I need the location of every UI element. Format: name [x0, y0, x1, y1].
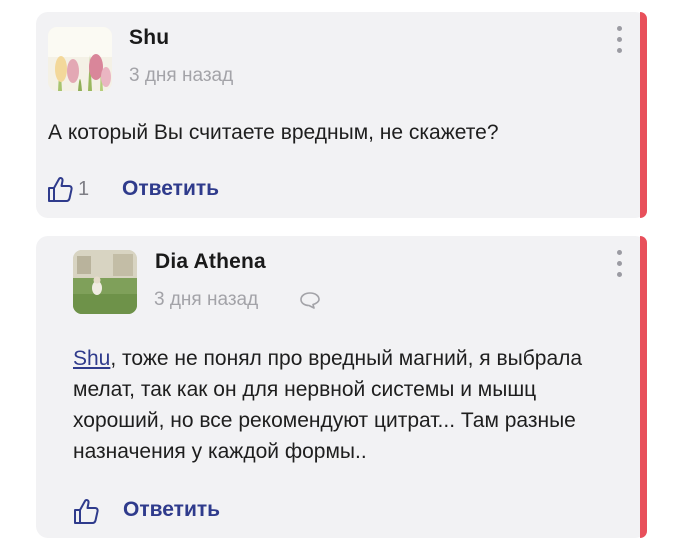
mention-link[interactable]: Shu — [73, 347, 110, 370]
like-count: 1 — [78, 178, 90, 200]
more-vertical-icon[interactable] — [614, 250, 624, 284]
comment-accent-bar — [640, 236, 647, 538]
thumbs-up-icon[interactable] — [73, 497, 99, 530]
comment-text: А который Вы считаете вредным, не скажет… — [48, 121, 499, 144]
comment-author[interactable]: Dia Athena — [155, 250, 266, 274]
speech-bubble-icon[interactable] — [299, 291, 321, 314]
comment-text: Shu, тоже не понял про вредный магний, я… — [73, 343, 633, 467]
comment-date: 3 дня назад — [129, 65, 234, 86]
comment-date: 3 дня назад — [154, 289, 259, 310]
comment-card: Dia Athena 3 дня назад Shu, тоже не поня… — [36, 236, 647, 538]
avatar[interactable] — [73, 250, 137, 314]
reply-button[interactable]: Ответить — [123, 498, 220, 522]
reply-button[interactable]: Ответить — [122, 177, 219, 201]
thumbs-up-icon[interactable] — [47, 175, 73, 208]
more-vertical-icon[interactable] — [614, 26, 624, 60]
comment-body: , тоже не понял про вредный магний, я вы… — [73, 347, 583, 463]
avatar[interactable] — [48, 27, 112, 91]
comment-accent-bar — [640, 12, 647, 218]
comment-card: Shu 3 дня назад А который Вы считаете вр… — [36, 12, 647, 218]
comment-author[interactable]: Shu — [129, 26, 169, 50]
